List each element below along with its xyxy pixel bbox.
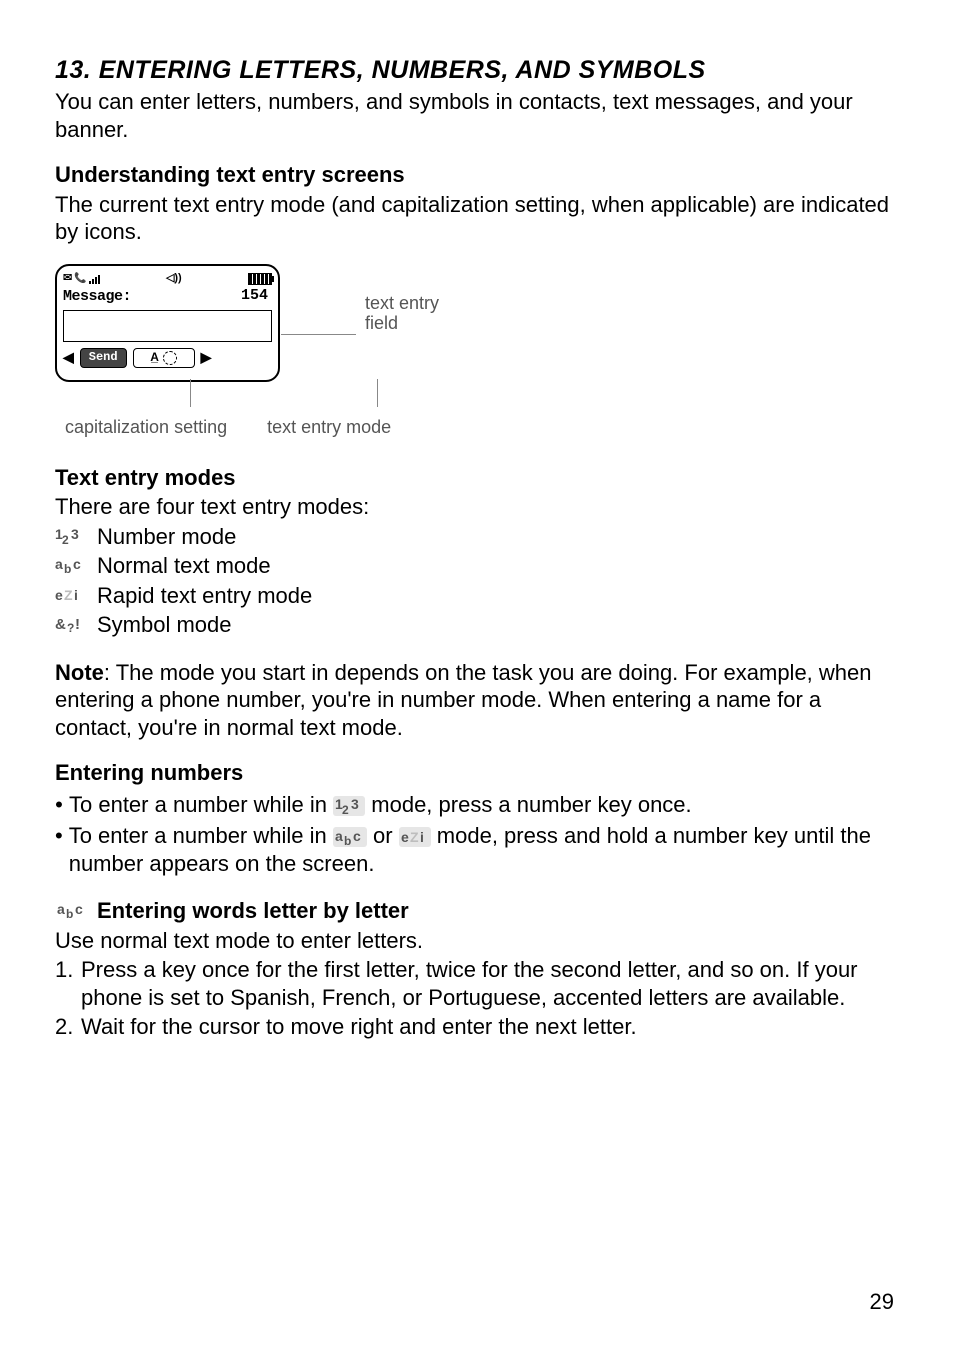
right-arrow-icon: ▶ bbox=[201, 349, 212, 367]
battery-icon bbox=[248, 273, 272, 285]
body-understanding: The current text entry mode (and capital… bbox=[55, 191, 899, 246]
normal-text-mode-inline-icon bbox=[333, 827, 367, 847]
normal-text-mode-icon bbox=[55, 555, 91, 577]
phone-screen-illustration: ✉ 📞 ◁)) Message: 154 bbox=[55, 264, 280, 382]
symbol-mode-icon bbox=[55, 614, 91, 636]
heading-text-entry-modes: Text entry modes bbox=[55, 464, 899, 492]
bullet-dot-icon: • bbox=[55, 822, 63, 850]
numbers-bullet-1: • To enter a number while in mode, press… bbox=[55, 791, 899, 819]
phone-char-counter: 154 bbox=[241, 287, 268, 306]
heading-understanding: Understanding text entry screens bbox=[55, 161, 899, 189]
number-mode-icon bbox=[55, 526, 91, 548]
figure-pointer-mode bbox=[377, 379, 378, 407]
message-indicator-icon: ✉ bbox=[63, 272, 72, 286]
page-number: 29 bbox=[870, 1288, 894, 1316]
mode-label-normal: Normal text mode bbox=[97, 552, 271, 580]
phone-text-entry-field bbox=[63, 310, 272, 342]
mode-item-rapid: Rapid text entry mode bbox=[55, 582, 899, 610]
figure-annot-textfield: text entry field bbox=[365, 294, 439, 334]
mode-label-symbol: Symbol mode bbox=[97, 611, 232, 639]
rapid-text-mode-inline-icon bbox=[399, 827, 431, 847]
numbers-bullet-1a: To enter a number while in bbox=[69, 792, 333, 817]
letters-step-1-text: Press a key once for the first letter, t… bbox=[81, 956, 899, 1011]
mode-item-normal: Normal text mode bbox=[55, 552, 899, 580]
number-mode-inline-icon bbox=[333, 796, 365, 816]
section-title: 13. ENTERING LETTERS, NUMBERS, AND SYMBO… bbox=[55, 55, 899, 86]
numbers-bullet-1b: mode, press a number key once. bbox=[371, 792, 691, 817]
figure-text-entry-screen: ✉ 📞 ◁)) Message: 154 bbox=[55, 264, 899, 439]
phone-textmode-softkey: A̲ bbox=[133, 348, 195, 368]
phone-send-softkey: Send bbox=[80, 348, 127, 368]
section-intro: You can enter letters, numbers, and symb… bbox=[55, 88, 899, 143]
mode-item-number: Number mode bbox=[55, 523, 899, 551]
rapid-text-mode-icon bbox=[55, 585, 91, 607]
sound-icon: ◁)) bbox=[166, 273, 182, 284]
bullet-dot-icon: • bbox=[55, 791, 63, 819]
body-modes-intro: There are four text entry modes: bbox=[55, 493, 899, 521]
left-arrow-icon: ◀ bbox=[63, 349, 74, 367]
note-body: : The mode you start in depends on the t… bbox=[55, 660, 872, 740]
figure-pointer-textfield bbox=[281, 334, 356, 335]
note-label: Note bbox=[55, 660, 104, 685]
step-number-1: 1. bbox=[55, 956, 75, 984]
figure-pointer-cap bbox=[190, 379, 191, 407]
step-number-2: 2. bbox=[55, 1013, 75, 1041]
mode-label-number: Number mode bbox=[97, 523, 236, 551]
figure-annot-mode: text entry mode bbox=[267, 416, 391, 439]
letters-step-1: 1. Press a key once for the first letter… bbox=[55, 956, 899, 1011]
numbers-bullet-2a: To enter a number while in bbox=[69, 823, 333, 848]
heading-entering-numbers: Entering numbers bbox=[55, 759, 899, 787]
heading-entering-words: Entering words letter by letter bbox=[97, 897, 409, 925]
normal-text-mode-heading-icon bbox=[55, 901, 91, 921]
note-block: Note: The mode you start in depends on t… bbox=[55, 659, 899, 742]
phone-icon: 📞 bbox=[74, 273, 86, 286]
signal-bars-icon bbox=[89, 274, 100, 284]
capitalization-glyph-icon: A̲ bbox=[150, 350, 159, 365]
mode-item-symbol: Symbol mode bbox=[55, 611, 899, 639]
mode-label-rapid: Rapid text entry mode bbox=[97, 582, 312, 610]
figure-annot-cap: capitalization setting bbox=[65, 416, 227, 439]
letters-step-2-text: Wait for the cursor to move right and en… bbox=[81, 1013, 637, 1041]
textmode-gear-icon bbox=[163, 351, 177, 365]
numbers-bullet-2b: or bbox=[373, 823, 399, 848]
body-letters-intro: Use normal text mode to enter letters. bbox=[55, 927, 899, 955]
letters-step-2: 2. Wait for the cursor to move right and… bbox=[55, 1013, 899, 1041]
numbers-bullet-2: • To enter a number while in or mode, pr… bbox=[55, 822, 899, 877]
